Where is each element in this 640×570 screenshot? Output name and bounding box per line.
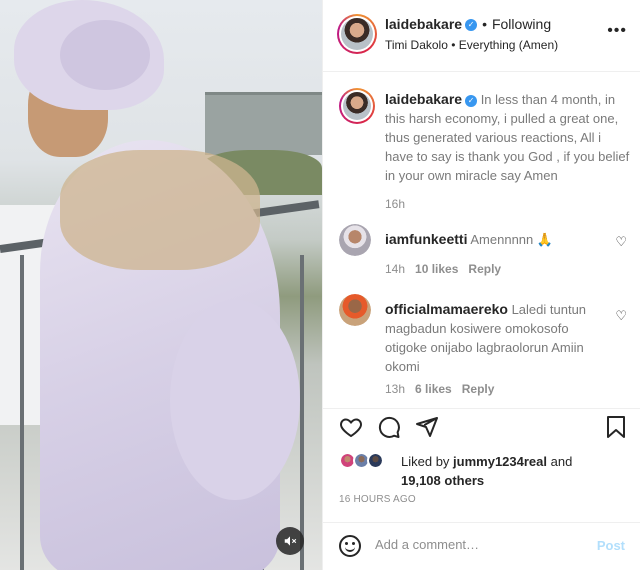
comment-text: Amennnnn 🙏 bbox=[470, 232, 554, 247]
likes-text: Liked by jummy1234real and 19,108 others bbox=[401, 452, 601, 490]
add-comment-bar: Post bbox=[323, 522, 640, 570]
more-horizontal-icon[interactable]: ••• bbox=[607, 22, 627, 40]
comment-body: officialmamaereko Laledi tuntun magbadun… bbox=[385, 300, 610, 376]
comment-body: iamfunkeetti Amennnnn 🙏 bbox=[385, 230, 610, 249]
author-username[interactable]: laidebakare bbox=[385, 16, 462, 32]
action-bar bbox=[323, 408, 640, 444]
comment-reply-button[interactable]: Reply bbox=[462, 382, 495, 396]
author-line: laidebakare ✓ • Following bbox=[385, 16, 551, 34]
comment-item: officialmamaereko Laledi tuntun magbadun… bbox=[339, 294, 639, 398]
following-button[interactable]: Following bbox=[492, 16, 551, 32]
commenter-avatar[interactable] bbox=[339, 294, 371, 326]
headwrap-fold bbox=[60, 20, 150, 90]
heart-icon[interactable] bbox=[339, 415, 363, 444]
railing-bar bbox=[20, 255, 24, 570]
post-media[interactable] bbox=[0, 0, 322, 570]
share-icon[interactable] bbox=[415, 415, 439, 444]
comment-icon[interactable] bbox=[377, 415, 401, 444]
comment-username[interactable]: officialmamaereko bbox=[385, 301, 508, 317]
comment-meta: 13h 6 likes Reply bbox=[385, 382, 494, 396]
person-dress-back bbox=[170, 300, 300, 500]
post-timestamp[interactable]: 16 HOURS AGO bbox=[339, 494, 416, 505]
liked-by-user[interactable]: jummy1234real bbox=[453, 454, 547, 469]
liker-avatar[interactable] bbox=[367, 452, 384, 469]
post-header: laidebakare ✓ • Following Timi Dakolo • Eve… bbox=[323, 0, 640, 72]
post-comment-button[interactable]: Post bbox=[597, 538, 625, 553]
comment-reply-button[interactable]: Reply bbox=[468, 262, 501, 276]
liked-by-others[interactable]: 19,108 others bbox=[401, 473, 484, 488]
volume-muted-icon[interactable] bbox=[276, 527, 304, 555]
dress-embroidery bbox=[60, 150, 260, 270]
railing-bar bbox=[300, 255, 304, 570]
comment-meta: 14h 10 likes Reply bbox=[385, 262, 501, 276]
background-building bbox=[205, 95, 322, 155]
liked-by-and: and bbox=[550, 454, 573, 469]
bookmark-icon[interactable] bbox=[605, 415, 627, 444]
verified-icon: ✓ bbox=[465, 18, 478, 31]
comment-like-heart-icon[interactable]: ♡ bbox=[615, 234, 627, 250]
comment-input[interactable] bbox=[375, 537, 585, 552]
liked-by-prefix: Liked by bbox=[401, 454, 450, 469]
emoji-icon[interactable] bbox=[339, 535, 361, 557]
caption-time: 16h bbox=[385, 197, 406, 211]
comment-time: 13h bbox=[385, 382, 406, 396]
comment-time: 14h bbox=[385, 262, 406, 276]
speaker-muted-icon bbox=[284, 536, 297, 546]
comment-likes[interactable]: 6 likes bbox=[415, 382, 452, 396]
verified-icon: ✓ bbox=[465, 94, 478, 107]
caption-username[interactable]: laidebakare bbox=[385, 91, 462, 107]
audio-track[interactable]: Timi Dakolo • Everything (Amen) bbox=[385, 38, 558, 52]
post-details-panel: laidebakare ✓ • Following Timi Dakolo • Eve… bbox=[322, 0, 640, 570]
commenter-avatar[interactable] bbox=[339, 224, 371, 256]
comment-likes[interactable]: 10 likes bbox=[415, 262, 458, 276]
separator-dot: • bbox=[482, 16, 487, 32]
author-avatar[interactable] bbox=[337, 14, 377, 54]
comment-item: iamfunkeetti Amennnnn 🙏 14h 10 likes Reply… bbox=[339, 224, 639, 280]
caption-avatar[interactable] bbox=[339, 88, 375, 124]
comment-like-heart-icon[interactable]: ♡ bbox=[615, 308, 627, 324]
caption: laidebakare ✓ In less than 4 month, in th… bbox=[385, 90, 631, 214]
comment-username[interactable]: iamfunkeetti bbox=[385, 231, 467, 247]
